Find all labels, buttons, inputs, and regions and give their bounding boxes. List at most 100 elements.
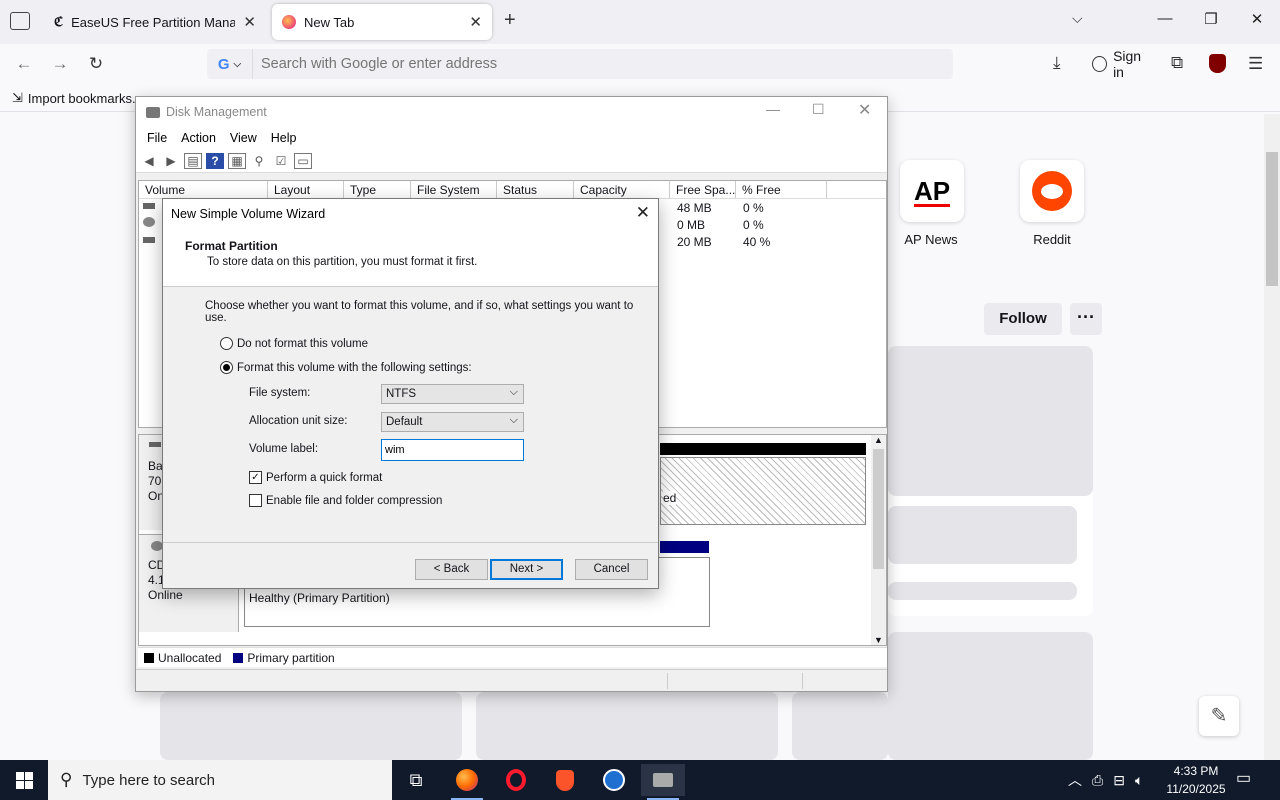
menu-help[interactable]: Help bbox=[264, 131, 304, 145]
checkbox-label[interactable]: Enable file and folder compression bbox=[266, 495, 442, 507]
settings-list-icon[interactable]: ▭ bbox=[294, 152, 312, 169]
properties-icon[interactable]: ▤ bbox=[184, 152, 202, 169]
import-bookmarks-button[interactable]: ⇲ Import bookmarks... bbox=[12, 90, 143, 106]
edit-pencil-icon[interactable]: ✎ bbox=[1199, 696, 1239, 736]
column-header[interactable]: Free Spa... bbox=[670, 181, 736, 198]
address-bar[interactable]: G ⌵ bbox=[207, 49, 953, 79]
search-engine-selector[interactable]: G ⌵ bbox=[207, 49, 253, 79]
restore-icon[interactable]: ❐ bbox=[1196, 10, 1226, 28]
close-icon[interactable]: ✕ bbox=[636, 203, 650, 223]
column-header[interactable]: Layout bbox=[268, 181, 344, 198]
checklist-icon[interactable]: ☑ bbox=[272, 153, 290, 169]
menu-icon[interactable]: ☰ bbox=[1248, 54, 1263, 74]
minimize-icon[interactable]: — bbox=[766, 101, 780, 117]
close-window-icon[interactable]: ✕ bbox=[1242, 10, 1272, 28]
column-header[interactable]: Volume bbox=[139, 181, 268, 198]
new-tab-button[interactable]: + bbox=[504, 9, 516, 32]
column-header[interactable]: % Free bbox=[736, 181, 827, 198]
menu-action[interactable]: Action bbox=[174, 131, 223, 145]
forward-icon[interactable]: → bbox=[48, 54, 72, 74]
import-bookmarks-label: Import bookmarks... bbox=[27, 90, 143, 106]
radio-format-volume[interactable]: Format this volume with the following se… bbox=[220, 361, 472, 374]
scroll-up-icon[interactable]: ▲ bbox=[871, 435, 886, 445]
cancel-button[interactable]: Cancel bbox=[575, 559, 648, 580]
opera-taskbar-icon[interactable] bbox=[494, 764, 538, 796]
story-card[interactable] bbox=[160, 692, 462, 760]
brave-taskbar-icon[interactable] bbox=[543, 764, 587, 796]
show-hidden-icons-icon[interactable]: ︿ bbox=[1068, 770, 1082, 790]
disk0-partition-block[interactable]: ed bbox=[660, 457, 866, 525]
back-icon[interactable]: ← bbox=[12, 54, 36, 74]
tab-easeus[interactable]: ℭ EaseUS Free Partition Manager | ✕ bbox=[44, 4, 266, 40]
story-card-line bbox=[888, 582, 1077, 600]
notifications-icon[interactable]: ▭ bbox=[1236, 768, 1251, 788]
scroll-thumb[interactable] bbox=[873, 449, 884, 569]
story-card[interactable] bbox=[888, 632, 1093, 760]
list-view-icon[interactable]: ▦ bbox=[228, 152, 246, 169]
help-icon[interactable]: ? bbox=[206, 152, 224, 169]
device-icon[interactable]: ⎙ bbox=[1092, 772, 1103, 789]
free-space-cell: 20 MB bbox=[677, 235, 712, 249]
volume-muted-icon[interactable]: 🔈︎ bbox=[1135, 772, 1143, 789]
volume-label-input[interactable] bbox=[381, 439, 524, 461]
sign-in-label: Sign in bbox=[1113, 48, 1142, 80]
app-taskbar-icon[interactable] bbox=[592, 764, 636, 796]
toolbar: ◀ ▶ ▤ ? ▦ ⚲ ☑ ▭ bbox=[136, 149, 887, 173]
sign-in-button[interactable]: Sign in bbox=[1086, 48, 1159, 80]
disk-row-scrollbar[interactable]: ▲ ▼ bbox=[871, 435, 886, 645]
reload-icon[interactable]: ↻ bbox=[84, 54, 108, 74]
checkbox-label[interactable]: Perform a quick format bbox=[266, 472, 382, 484]
compression-checkbox[interactable]: Enable file and folder compression bbox=[249, 494, 442, 507]
firefox-taskbar-icon[interactable] bbox=[445, 764, 489, 800]
downloads-icon[interactable]: ⤓ bbox=[1053, 53, 1061, 73]
menu-view[interactable]: View bbox=[223, 131, 264, 145]
file-system-dropdown[interactable]: NTFS bbox=[381, 383, 524, 404]
page-scrollbar-thumb[interactable] bbox=[1266, 152, 1278, 286]
radio-do-not-format[interactable]: Do not format this volume bbox=[220, 337, 368, 350]
allocation-unit-dropdown[interactable]: Default bbox=[381, 411, 524, 432]
back-button[interactable]: < Back bbox=[415, 559, 488, 580]
minimize-icon[interactable]: — bbox=[1150, 10, 1180, 27]
close-tab-icon[interactable]: ✕ bbox=[243, 13, 256, 31]
maximize-icon[interactable]: ☐ bbox=[812, 101, 825, 118]
percent-free-cell: 0 % bbox=[743, 201, 764, 215]
close-window-icon[interactable]: ✕ bbox=[858, 100, 871, 120]
quick-format-checkbox[interactable]: ✓ Perform a quick format bbox=[249, 471, 382, 484]
follow-button[interactable]: Follow bbox=[984, 303, 1062, 335]
column-header[interactable]: File System bbox=[411, 181, 497, 198]
story-card[interactable] bbox=[476, 692, 778, 760]
connect-icon[interactable]: ⚲ bbox=[250, 153, 268, 169]
disk-management-taskbar-icon[interactable] bbox=[641, 764, 685, 800]
story-card[interactable] bbox=[792, 692, 888, 760]
extensions-icon[interactable]: ⧉ bbox=[1171, 53, 1183, 73]
checkbox-unchecked[interactable] bbox=[249, 494, 262, 507]
window-title: Disk Management bbox=[166, 105, 267, 119]
close-tab-icon[interactable]: ✕ bbox=[469, 13, 482, 31]
next-button[interactable]: Next > bbox=[490, 559, 563, 580]
tab-list-icon[interactable] bbox=[10, 12, 30, 30]
taskbar-search[interactable]: ⚲ Type here to search bbox=[48, 760, 392, 800]
column-header[interactable]: Type bbox=[344, 181, 411, 198]
scroll-down-icon[interactable]: ▼ bbox=[871, 635, 886, 645]
checkbox-checked[interactable]: ✓ bbox=[249, 471, 262, 484]
clock[interactable]: 4:33 PM 11/20/2025 bbox=[1160, 762, 1232, 798]
radio-label[interactable]: Format this volume with the following se… bbox=[237, 362, 472, 374]
ublock-origin-icon[interactable] bbox=[1209, 54, 1226, 73]
address-input[interactable] bbox=[253, 56, 953, 72]
radio-button-selected[interactable] bbox=[220, 361, 233, 374]
task-view-icon[interactable]: ⧉ bbox=[394, 764, 438, 796]
network-icon[interactable]: ⊟ bbox=[1113, 772, 1125, 789]
tab-new-tab[interactable]: New Tab ✕ bbox=[272, 4, 492, 40]
menu-file[interactable]: File bbox=[140, 131, 174, 145]
shortcut-reddit[interactable] bbox=[1020, 160, 1084, 222]
radio-label[interactable]: Do not format this volume bbox=[237, 338, 368, 350]
column-header[interactable]: Status bbox=[497, 181, 574, 198]
back-arrow-icon[interactable]: ◀ bbox=[140, 153, 158, 169]
start-button[interactable] bbox=[0, 760, 48, 800]
forward-arrow-icon[interactable]: ▶ bbox=[162, 153, 180, 169]
radio-button[interactable] bbox=[220, 337, 233, 350]
shortcut-ap-news[interactable]: AP bbox=[900, 160, 964, 222]
more-options-button[interactable]: ··· bbox=[1070, 303, 1102, 335]
column-header[interactable]: Capacity bbox=[574, 181, 670, 198]
list-all-tabs-icon[interactable]: ⌵ bbox=[1072, 10, 1083, 27]
